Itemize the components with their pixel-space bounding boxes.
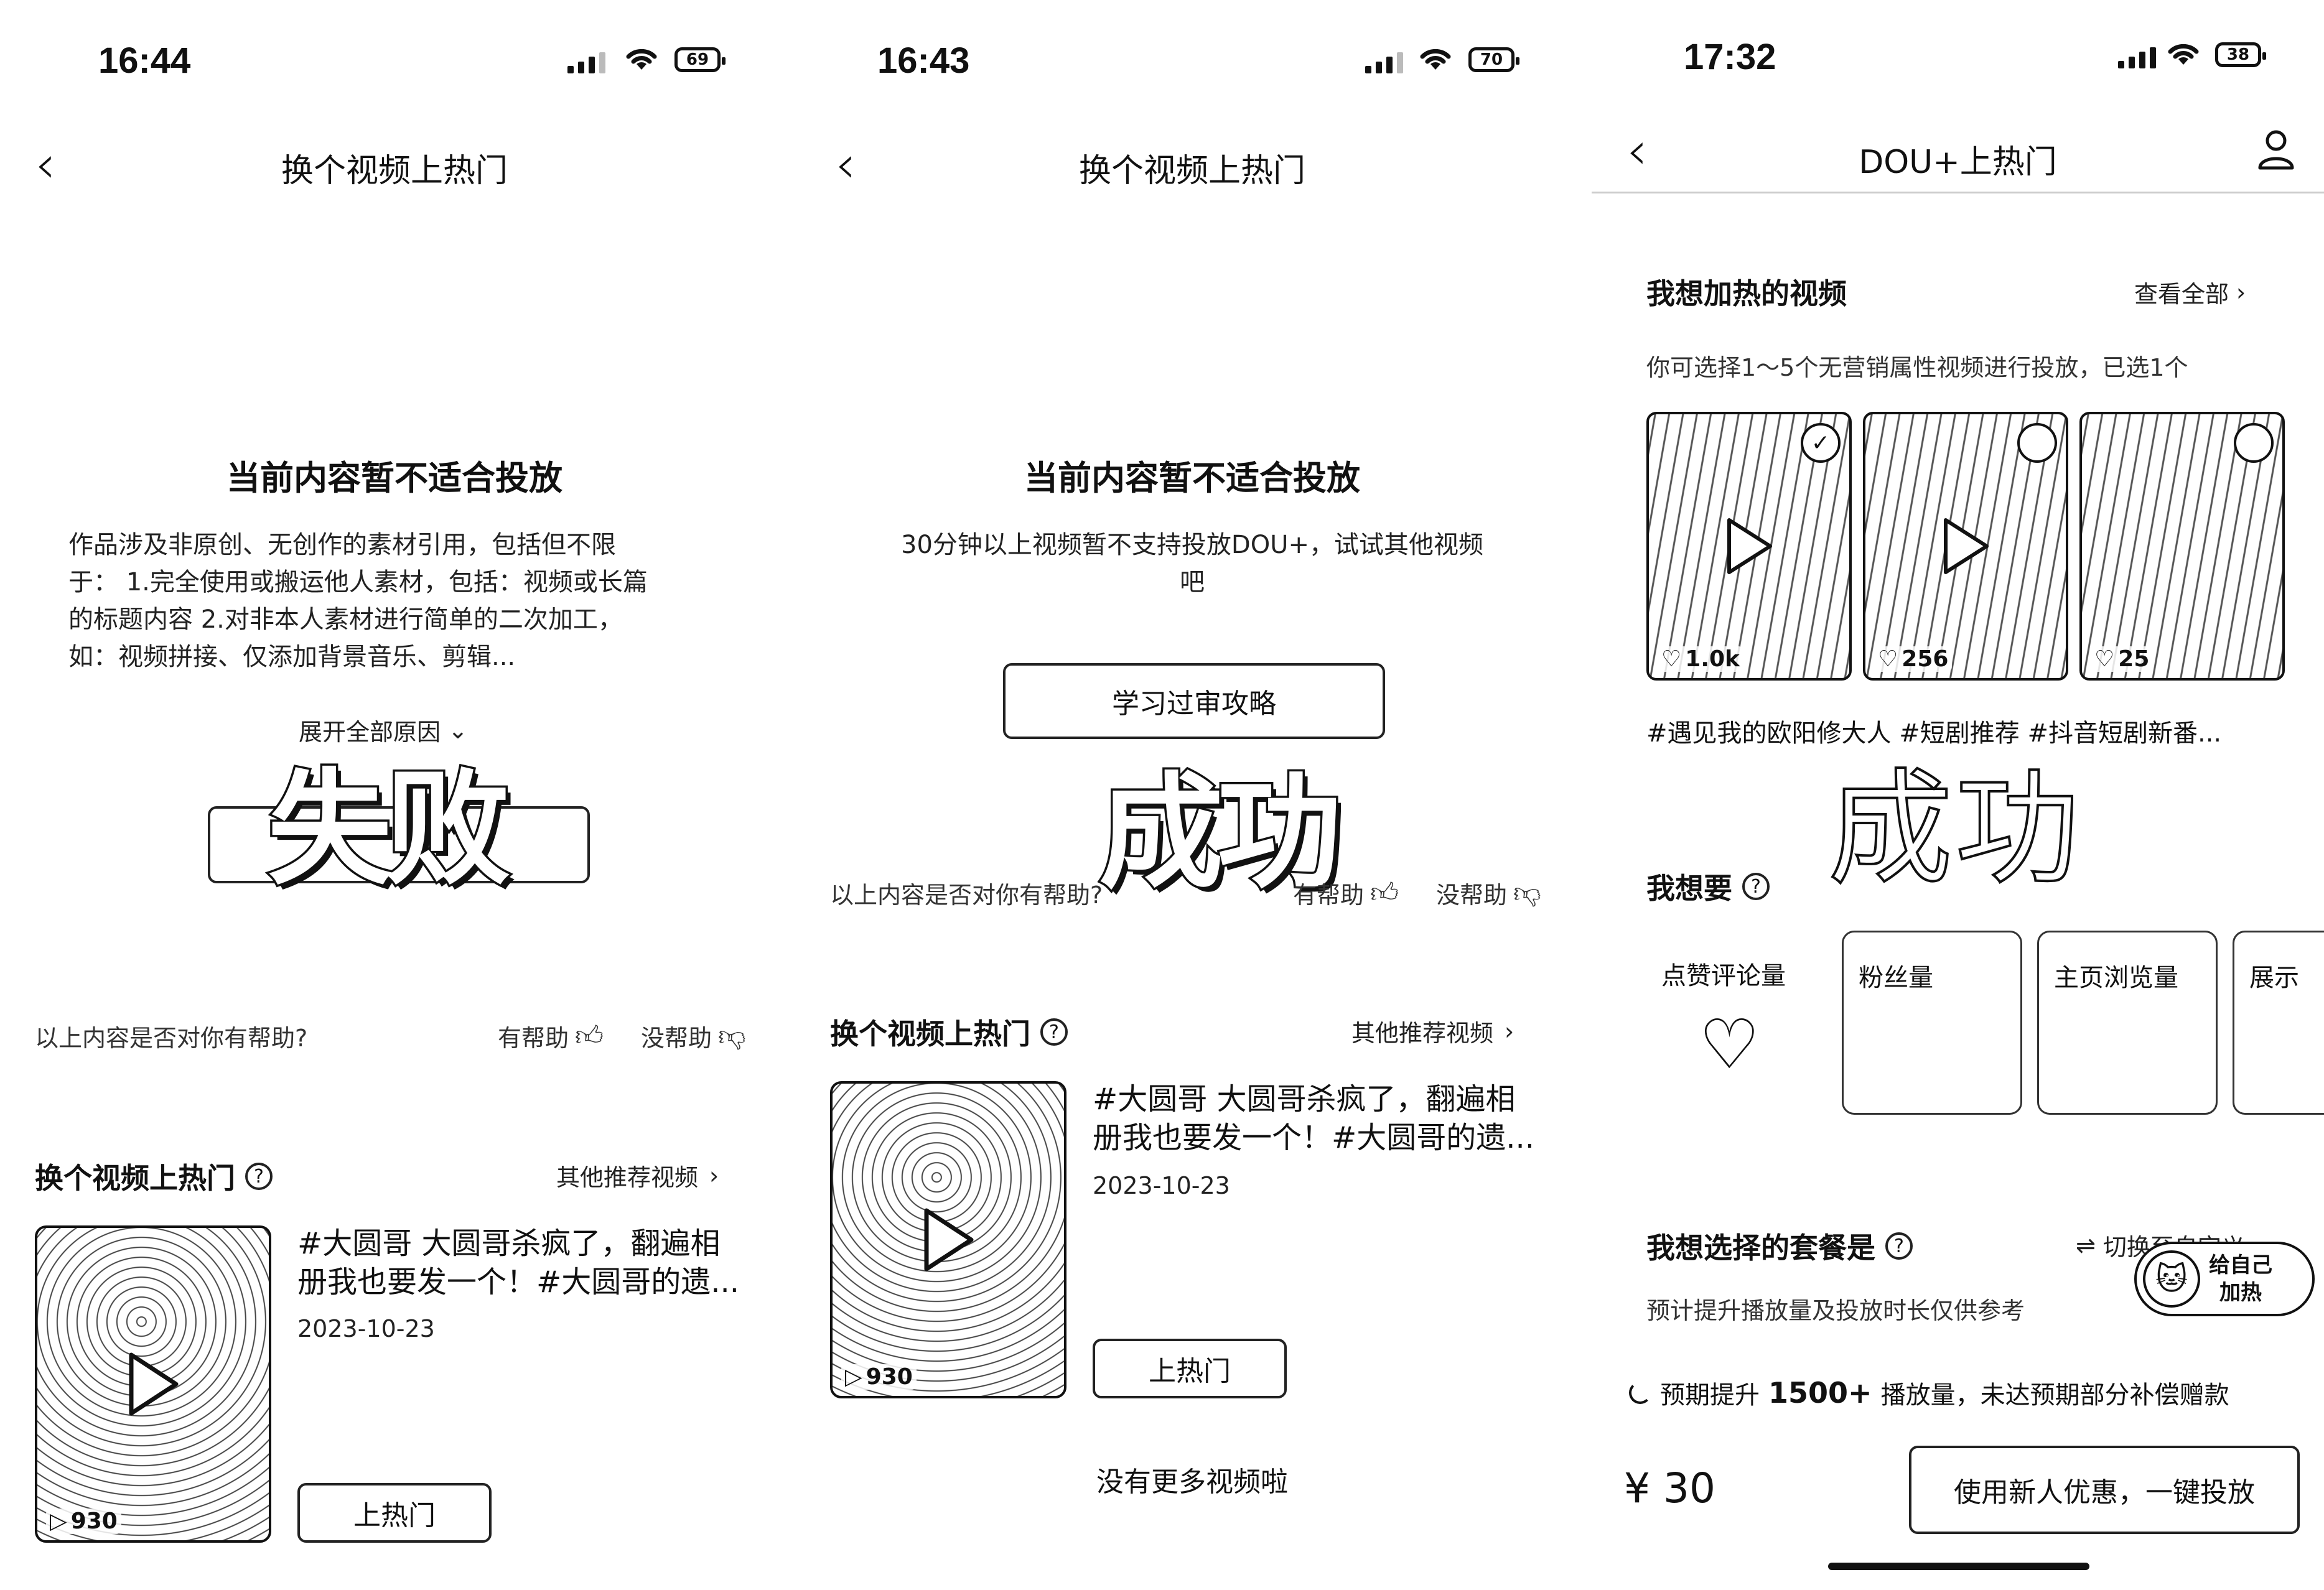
videos-section-title: 我想加热的视频 bbox=[1646, 277, 1847, 310]
play-icon bbox=[1944, 518, 1989, 574]
status-time: 16:43 bbox=[877, 40, 970, 81]
section-title: 换个视频上热门 ? bbox=[35, 1156, 273, 1197]
videos-subtitle: 你可选择1～5个无营销属性视频进行投放，已选1个 bbox=[1646, 354, 2188, 381]
goal-option-likes-comments[interactable]: 点赞评论量 ♡ bbox=[1646, 931, 1827, 1115]
thumbs-down-icon: 👎︎ bbox=[718, 1020, 746, 1052]
play-count: ▷ 930 bbox=[46, 1509, 121, 1534]
package-section-title: 我想选择的套餐是 ? bbox=[1646, 1225, 1913, 1267]
cat-mascot-icon: 🐱︎ bbox=[2143, 1250, 2200, 1308]
wifi-icon bbox=[1417, 45, 1454, 75]
video-thumbnail[interactable]: ▷ 930 bbox=[35, 1225, 271, 1543]
chevron-right-icon: › bbox=[709, 1161, 719, 1189]
header-divider bbox=[1592, 192, 2324, 193]
helpful-question: 以上内容是否对你有帮助? bbox=[830, 881, 1103, 909]
help-circle-icon[interactable]: ? bbox=[1040, 1018, 1068, 1046]
expectation-row: 预期提升 1500+ 播放量，未达预期部分补偿赠款 bbox=[1629, 1375, 2229, 1411]
play-icon bbox=[924, 1208, 974, 1272]
video-date: 2023-10-23 bbox=[297, 1315, 435, 1342]
select-circle-icon[interactable] bbox=[2017, 423, 2057, 463]
boost-button[interactable]: 上热门 bbox=[1093, 1339, 1287, 1398]
goal-option-followers[interactable]: 粉丝量 bbox=[1842, 931, 2022, 1115]
goal-option-display[interactable]: 展示 bbox=[2233, 931, 2324, 1115]
view-all-link[interactable]: 查看全部 › bbox=[2134, 275, 2246, 309]
page-title: 换个视频上热门 bbox=[1078, 152, 1305, 190]
error-heading: 当前内容暂不适合投放 bbox=[1024, 458, 1360, 498]
thumbs-up-icon: 👍︎ bbox=[575, 1020, 604, 1052]
price: ¥ 30 bbox=[1624, 1464, 1715, 1512]
video-thumbnail-2[interactable]: ♡ 256 bbox=[1863, 412, 2068, 681]
play-icon bbox=[129, 1352, 179, 1416]
cellular-signal-icon bbox=[1365, 52, 1403, 73]
loading-spinner-icon bbox=[1629, 1382, 1651, 1404]
goal-section-title: 我想要 ? bbox=[1646, 866, 1770, 907]
thumbs-down-icon: 👎︎ bbox=[1513, 877, 1541, 909]
swap-icon: ⇌ bbox=[2076, 1231, 2096, 1259]
reason-text: 30分钟以上视频暂不支持投放DOU+，试试其他视频 吧 bbox=[901, 531, 1483, 597]
reason-text: 作品涉及非原创、无创作的素材引用，包括但不限 于： 1.完全使用或搬运他人素材，… bbox=[68, 531, 648, 671]
heart-icon: ♡ bbox=[1878, 646, 1898, 672]
heart-icon: ♡ bbox=[2094, 646, 2115, 672]
wifi-icon bbox=[2165, 40, 2201, 70]
other-videos-link[interactable]: 其他推荐视频 › bbox=[1351, 1014, 1514, 1048]
play-count: ▷ 930 bbox=[841, 1364, 917, 1390]
cellular-signal-icon bbox=[567, 52, 605, 73]
other-videos-link[interactable]: 其他推荐视频 › bbox=[556, 1158, 719, 1192]
help-circle-icon[interactable]: ? bbox=[245, 1163, 273, 1190]
helpful-no-button[interactable]: 没帮助 👎︎ bbox=[641, 1019, 746, 1053]
cellular-signal-icon bbox=[2118, 47, 2156, 68]
helpful-yes-button[interactable]: 有帮助 👍︎ bbox=[1293, 876, 1399, 910]
section-title: 换个视频上热门 ? bbox=[830, 1011, 1068, 1053]
fail-stamp: 失败 bbox=[265, 755, 512, 904]
like-count: ♡ 1.0k bbox=[1658, 646, 1743, 672]
video-thumbnail-3[interactable]: ♡ 25 bbox=[2079, 412, 2285, 681]
video-thumbnail[interactable]: ▷ 930 bbox=[830, 1081, 1066, 1398]
goal-option-profile-views[interactable]: 主页浏览量 bbox=[2037, 931, 2218, 1115]
error-heading: 当前内容暂不适合投放 bbox=[226, 458, 562, 498]
page-title: 换个视频上热门 bbox=[281, 152, 508, 190]
play-icon bbox=[1727, 518, 1772, 574]
one-click-launch-button[interactable]: 使用新人优惠，一键投放 bbox=[1909, 1446, 2300, 1534]
no-more-text: 没有更多视频啦 bbox=[1096, 1466, 1288, 1498]
play-small-icon: ▷ bbox=[50, 1509, 67, 1534]
status-time: 17:32 bbox=[1684, 37, 1776, 77]
helpful-yes-button[interactable]: 有帮助 👍︎ bbox=[498, 1019, 604, 1053]
expected-views: 1500+ bbox=[1768, 1376, 1872, 1410]
battery-icon: 38 bbox=[2215, 42, 2266, 67]
like-count: ♡ 25 bbox=[2091, 646, 2154, 672]
helpful-question: 以上内容是否对你有帮助? bbox=[35, 1025, 308, 1052]
chevron-right-icon: › bbox=[2236, 278, 2246, 306]
battery-icon: 69 bbox=[674, 47, 726, 72]
wifi-icon bbox=[623, 45, 660, 75]
boost-button[interactable]: 上热门 bbox=[297, 1483, 492, 1543]
screen-success: 16:43 70 ‹ 换个视频上热门 当前内容暂不适合投放 30分钟以上视频暂不… bbox=[798, 0, 1587, 1590]
heart-icon: ♡ bbox=[1661, 646, 1682, 672]
page-title: DOU+上热门 bbox=[1859, 144, 2057, 181]
screen-dou-plus: 17:32 38 ‹ DOU+上热门 我想加热的视频 查看全部 › 你可选择1～5… bbox=[1592, 0, 2324, 1590]
video-date: 2023-10-23 bbox=[1093, 1172, 1230, 1199]
help-circle-icon[interactable]: ? bbox=[1885, 1232, 1913, 1260]
self-boost-float-button[interactable]: 🐱︎ 给自己 加热 bbox=[2134, 1242, 2315, 1316]
helpful-no-button[interactable]: 没帮助 👎︎ bbox=[1436, 876, 1541, 910]
video-title: #大圆哥 大圆哥杀疯了，翻遍相 册我也要发一个！#大圆哥的遗... bbox=[297, 1226, 739, 1299]
success-stamp: 成功 bbox=[1827, 756, 2083, 903]
help-circle-icon[interactable]: ? bbox=[1742, 873, 1770, 900]
heart-icon: ♡ bbox=[1699, 1005, 1760, 1084]
video-thumbnail-1[interactable]: ✓ ♡ 1.0k bbox=[1646, 412, 1852, 681]
select-circle-icon[interactable] bbox=[2234, 423, 2274, 463]
package-subtitle: 预计提升播放量及投放时长仅供参考 bbox=[1646, 1297, 2025, 1324]
thumbs-up-icon: 👍︎ bbox=[1370, 877, 1399, 909]
review-guide-button[interactable]: 学习过审攻略 bbox=[1003, 663, 1385, 739]
chevron-right-icon: › bbox=[1505, 1017, 1514, 1045]
play-small-icon: ▷ bbox=[845, 1364, 862, 1390]
screen-failed: 16:44 69 ‹ 换个视频上热门 当前内容暂不适合投放 作品涉及非原创、无创… bbox=[0, 0, 789, 1590]
status-time: 16:44 bbox=[98, 40, 191, 81]
home-indicator bbox=[1828, 1563, 2089, 1570]
checkmark-icon[interactable]: ✓ bbox=[1801, 423, 1841, 463]
video-title: #大圆哥 大圆哥杀疯了，翻遍相 册我也要发一个！#大圆哥的遗... bbox=[1093, 1082, 1534, 1155]
like-count: ♡ 256 bbox=[1874, 646, 1953, 672]
user-profile-icon[interactable] bbox=[2256, 128, 2296, 174]
battery-icon: 70 bbox=[1468, 47, 1519, 72]
